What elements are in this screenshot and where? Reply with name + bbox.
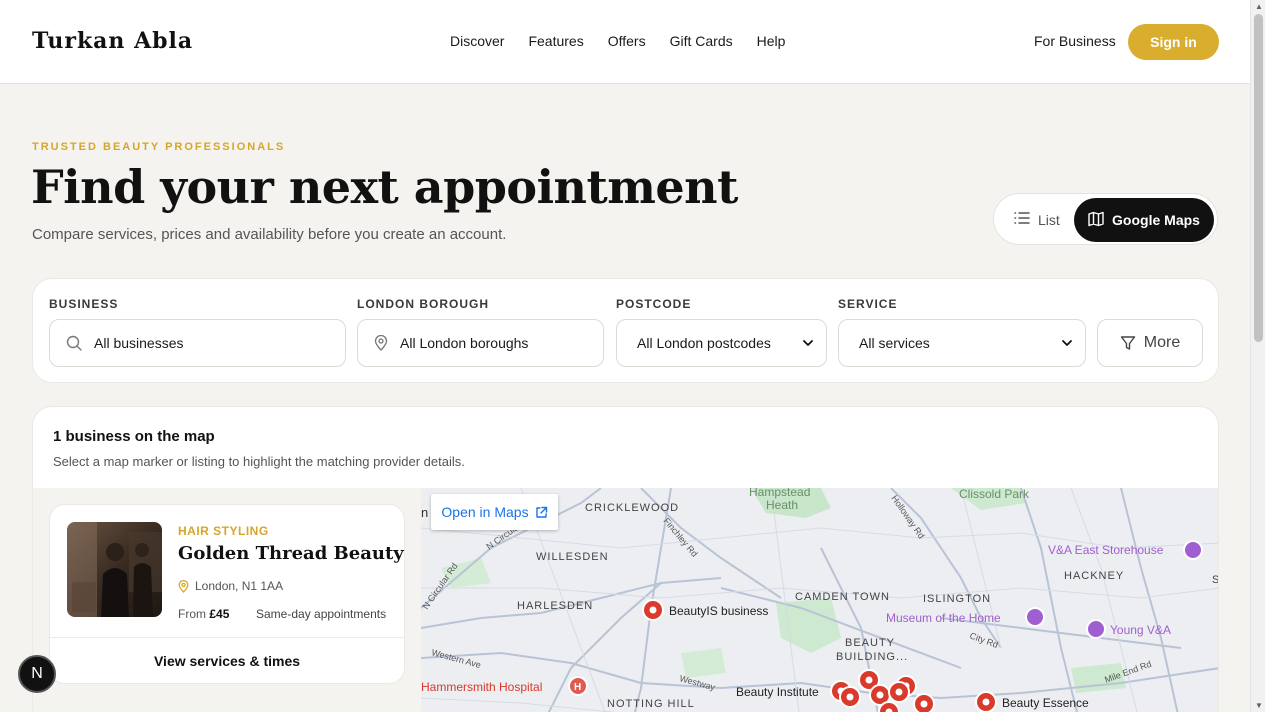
location-pin-icon xyxy=(374,335,388,351)
borough-filter-value: All London boroughs xyxy=(400,335,529,351)
map-label-harlesden: HARLESDEN xyxy=(517,600,593,612)
hero-eyebrow: TRUSTED BEAUTY PROFESSIONALS xyxy=(32,141,286,153)
marker-label: Beauty Essence xyxy=(1002,696,1089,710)
map-label-islington: ISLINGTON xyxy=(923,593,991,605)
view-toggle: List Google Maps xyxy=(993,193,1218,245)
external-link-icon xyxy=(535,506,548,519)
chevron-down-icon xyxy=(1061,336,1073,352)
page-scrollbar[interactable]: ▲ ▼ xyxy=(1250,0,1265,712)
business-category: HAIR STYLING xyxy=(178,524,269,538)
map-label-edge: S xyxy=(1212,574,1219,586)
scroll-up-arrow-icon[interactable]: ▲ xyxy=(1255,2,1263,11)
card-divider xyxy=(50,637,404,638)
availability-label: Same-day appointments xyxy=(256,607,387,621)
business-name[interactable]: Golden Thread Beauty xyxy=(178,543,404,564)
map-partial-label: n xyxy=(421,505,429,520)
open-in-maps-button[interactable]: Open in Maps xyxy=(431,494,558,530)
service-filter-label: SERVICE xyxy=(838,297,898,311)
google-map[interactable]: CRICKLEWOOD WILLESDEN HARLESDEN CAMDEN T… xyxy=(421,488,1219,712)
poi-label: Hammersmith Hospital xyxy=(421,680,542,694)
map-label-beauty-building: BEAUTY xyxy=(845,637,895,649)
business-filter-value: All businesses xyxy=(94,335,184,351)
business-photo xyxy=(67,522,162,617)
site-header: Turkan Abla Discover Features Offers Gif… xyxy=(0,0,1250,84)
chevron-down-icon xyxy=(802,336,814,352)
postcode-filter-label: POSTCODE xyxy=(616,297,692,311)
poi-label: Young V&A xyxy=(1110,623,1171,637)
map-label-willesden: WILLESDEN xyxy=(536,551,609,563)
for-business-link[interactable]: For Business xyxy=(1034,33,1116,49)
list-icon xyxy=(1014,211,1030,228)
open-in-maps-label: Open in Maps xyxy=(441,504,529,520)
museum-icon xyxy=(1183,540,1203,560)
filter-panel: BUSINESS All businesses LONDON BOROUGH A… xyxy=(32,278,1219,383)
business-search-input[interactable]: All businesses xyxy=(49,319,346,367)
nav-discover[interactable]: Discover xyxy=(450,33,504,49)
map-icon xyxy=(1088,211,1104,230)
nav-offers[interactable]: Offers xyxy=(608,33,646,49)
postcode-select[interactable]: All London postcodes xyxy=(616,319,827,367)
museum-icon xyxy=(1086,619,1106,639)
filter-funnel-icon xyxy=(1120,335,1136,351)
more-filters-button[interactable]: More xyxy=(1097,319,1203,367)
scrollbar-thumb[interactable] xyxy=(1254,14,1263,342)
map-label-beauty-building: BUILDING... xyxy=(836,651,908,663)
listing-pane: HAIR STYLING Golden Thread Beauty London… xyxy=(33,488,421,712)
map-label-notting-hill: NOTTING HILL xyxy=(607,698,695,710)
marker-label: BeautyIS business xyxy=(669,604,768,618)
map-label-hackney: HACKNEY xyxy=(1064,570,1124,582)
poi-young-va[interactable]: Young V&A xyxy=(1086,619,1171,639)
business-price: From £45 xyxy=(178,607,229,621)
sign-in-button[interactable]: Sign in xyxy=(1128,24,1219,60)
nav-features[interactable]: Features xyxy=(528,33,583,49)
nav-help[interactable]: Help xyxy=(757,33,786,49)
poi-label: Museum of the Home xyxy=(886,611,1001,625)
map-label-hampstead-heath: Heath xyxy=(766,498,798,512)
site-logo[interactable]: Turkan Abla xyxy=(32,28,193,54)
results-subtitle: Select a map marker or listing to highli… xyxy=(53,454,465,469)
hospital-icon-letter: H xyxy=(574,682,581,693)
google-maps-view-label: Google Maps xyxy=(1112,212,1200,228)
service-select[interactable]: All services xyxy=(838,319,1086,367)
business-filter-label: BUSINESS xyxy=(49,297,119,311)
view-services-button[interactable]: View services & times xyxy=(50,653,404,669)
business-card[interactable]: HAIR STYLING Golden Thread Beauty London… xyxy=(49,504,405,684)
hero-subtitle: Compare services, prices and availabilit… xyxy=(32,226,507,243)
map-label-camden-town: CAMDEN TOWN xyxy=(795,591,890,603)
price-prefix: From xyxy=(178,607,206,621)
scroll-down-arrow-icon[interactable]: ▼ xyxy=(1255,701,1263,710)
park-area xyxy=(681,648,726,678)
business-location: London, N1 1AA xyxy=(178,579,283,593)
more-filters-label: More xyxy=(1143,334,1181,351)
list-view-label: List xyxy=(1038,211,1060,228)
page-title: Find your next appointment xyxy=(31,160,738,214)
nextjs-dev-indicator[interactable]: N xyxy=(18,655,56,693)
price-value: £45 xyxy=(209,607,230,621)
map-label-clissold-park: Clissold Park xyxy=(959,488,1030,501)
poi-label: V&A East Storehouse xyxy=(1048,543,1164,557)
main-nav: Discover Features Offers Gift Cards Help xyxy=(450,33,785,49)
nav-gift-cards[interactable]: Gift Cards xyxy=(670,33,733,49)
borough-filter-label: LONDON BOROUGH xyxy=(357,297,489,311)
marker-label: Beauty Institute xyxy=(736,685,819,699)
results-panel: 1 business on the map Select a map marke… xyxy=(32,406,1219,712)
borough-input[interactable]: All London boroughs xyxy=(357,319,604,367)
results-count-title: 1 business on the map xyxy=(53,428,215,445)
service-filter-value: All services xyxy=(859,335,930,351)
location-pin-icon xyxy=(178,579,189,593)
map-label-cricklewood: CRICKLEWOOD xyxy=(585,502,679,514)
postcode-filter-value: All London postcodes xyxy=(637,335,771,351)
search-icon xyxy=(66,335,82,351)
museum-icon xyxy=(1025,607,1045,627)
google-maps-view-button[interactable]: Google Maps xyxy=(1074,198,1214,242)
business-location-text: London, N1 1AA xyxy=(195,579,284,593)
list-view-button[interactable]: List xyxy=(1014,211,1060,228)
